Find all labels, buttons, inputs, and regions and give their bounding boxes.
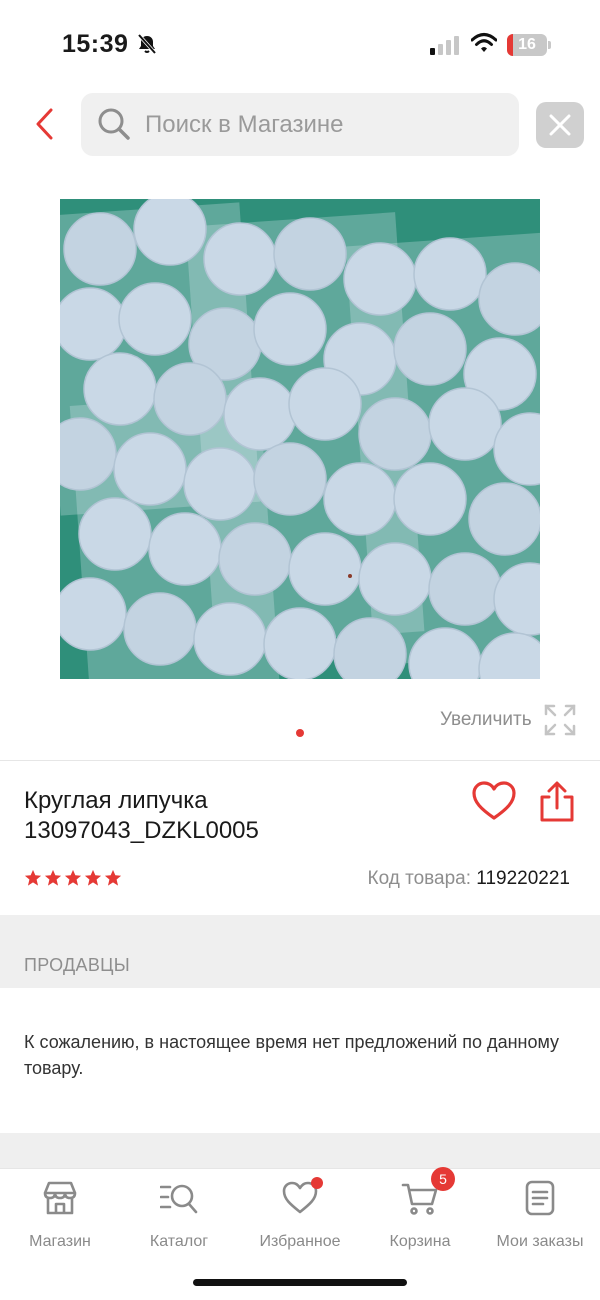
star-icon <box>84 869 102 886</box>
tab-catalog[interactable]: Каталог <box>124 1179 234 1253</box>
divider <box>0 760 600 761</box>
expand-icon <box>544 704 575 736</box>
tab-store-label: Магазин <box>29 1233 91 1250</box>
product-title-line1: Круглая липучка <box>24 787 208 814</box>
no-offers-message: К сожалению, в настоящее время нет предл… <box>24 1032 560 1078</box>
star-icon <box>44 869 62 886</box>
product-title-line2: 13097043_DZKL0005 <box>24 817 259 844</box>
chevron-left-icon <box>36 108 53 140</box>
add-to-favorites-button[interactable] <box>471 780 517 826</box>
image-pager-dot <box>296 729 304 737</box>
section-separator-band <box>0 1133 600 1169</box>
catalog-search-icon <box>159 1184 198 1214</box>
search-input[interactable] <box>145 93 505 156</box>
sellers-section-header: ПРОДАВЦЫ <box>24 955 131 975</box>
battery-cap <box>548 41 551 49</box>
tab-cart-label: Корзина <box>389 1233 451 1250</box>
favorites-notification-dot <box>311 1177 323 1189</box>
search-box[interactable] <box>81 93 519 156</box>
tab-cart[interactable]: 5 Корзина <box>365 1167 475 1253</box>
tab-favorites-label: Избранное <box>259 1233 341 1250</box>
orders-icon <box>525 1180 555 1216</box>
zoom-button[interactable]: Увеличить <box>440 700 576 740</box>
cellular-signal-icon <box>430 36 459 55</box>
product-image[interactable] <box>60 199 540 679</box>
star-icon <box>24 869 42 886</box>
battery-level-text: 16 <box>518 36 536 53</box>
product-code: Код товара: 119220221 <box>368 868 570 890</box>
home-indicator <box>193 1279 407 1286</box>
battery-indicator: 16 <box>507 34 551 56</box>
product-title: Круглая липучка 13097043_DZKL0005 <box>24 786 444 846</box>
product-code-label: Код товара: <box>367 868 472 889</box>
share-button[interactable] <box>536 780 578 826</box>
bell-muted-icon <box>137 33 157 55</box>
tab-orders[interactable]: Мои заказы <box>485 1179 595 1253</box>
heart-outline-icon <box>472 781 516 820</box>
tab-orders-label: Мои заказы <box>496 1233 584 1250</box>
rating-stars <box>24 869 122 889</box>
tab-store[interactable]: Магазин <box>5 1179 115 1253</box>
battery-body: 16 <box>507 34 547 56</box>
close-icon <box>549 114 571 136</box>
velcro-dots-photo <box>60 199 540 679</box>
star-icon <box>104 869 122 886</box>
zoom-label: Увеличить <box>440 709 532 730</box>
status-bar: 15:39 16 <box>0 0 600 88</box>
product-code-value: 119220221 <box>476 868 570 889</box>
clear-search-button[interactable] <box>536 102 584 148</box>
share-icon <box>540 781 574 822</box>
store-icon <box>43 1181 77 1215</box>
sellers-header-band <box>0 915 600 988</box>
search-icon <box>98 108 130 140</box>
star-icon <box>64 869 82 886</box>
back-button[interactable] <box>22 102 66 146</box>
status-time: 15:39 <box>62 30 129 58</box>
wifi-icon <box>471 33 497 52</box>
tab-catalog-label: Каталог <box>149 1233 209 1250</box>
tab-favorites[interactable]: Избранное <box>245 1177 355 1253</box>
cart-count-badge: 5 <box>431 1167 455 1191</box>
